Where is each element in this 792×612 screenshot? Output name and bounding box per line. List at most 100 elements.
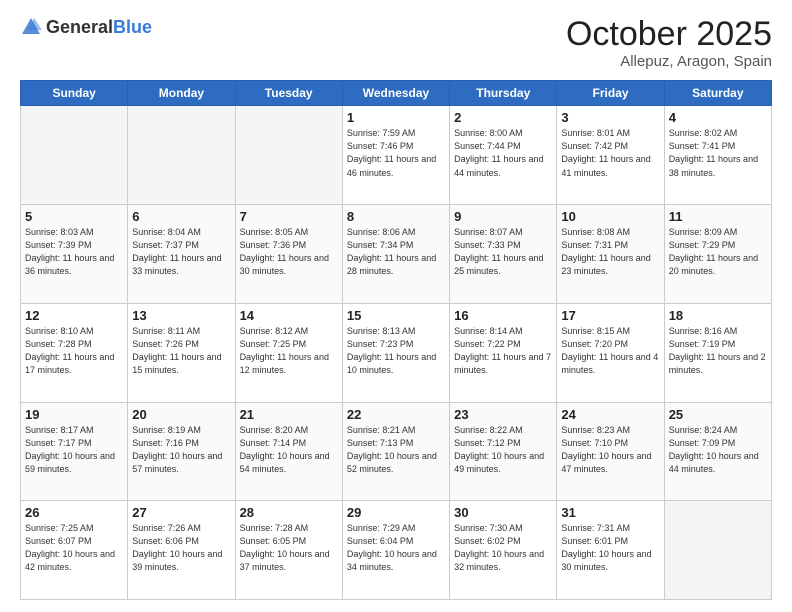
day-header-sunday: Sunday <box>21 81 128 106</box>
day-info: Sunrise: 8:12 AM Sunset: 7:25 PM Dayligh… <box>240 325 338 377</box>
day-header-thursday: Thursday <box>450 81 557 106</box>
header: GeneralBlue October 2025 Allepuz, Aragon… <box>20 16 772 70</box>
day-info: Sunrise: 8:11 AM Sunset: 7:26 PM Dayligh… <box>132 325 230 377</box>
calendar-cell: 13 Sunrise: 8:11 AM Sunset: 7:26 PM Dayli… <box>128 303 235 402</box>
day-info: Sunrise: 8:02 AM Sunset: 7:41 PM Dayligh… <box>669 127 767 179</box>
day-info: Sunrise: 8:20 AM Sunset: 7:14 PM Dayligh… <box>240 424 338 476</box>
day-header-monday: Monday <box>128 81 235 106</box>
calendar-cell: 6 Sunrise: 8:04 AM Sunset: 7:37 PM Daylig… <box>128 205 235 304</box>
day-info: Sunrise: 8:21 AM Sunset: 7:13 PM Dayligh… <box>347 424 445 476</box>
calendar-cell: 4 Sunrise: 8:02 AM Sunset: 7:41 PM Daylig… <box>664 106 771 205</box>
day-info: Sunrise: 7:28 AM Sunset: 6:05 PM Dayligh… <box>240 522 338 574</box>
day-info: Sunrise: 8:17 AM Sunset: 7:17 PM Dayligh… <box>25 424 123 476</box>
day-header-friday: Friday <box>557 81 664 106</box>
day-info: Sunrise: 8:14 AM Sunset: 7:22 PM Dayligh… <box>454 325 552 377</box>
day-info: Sunrise: 8:22 AM Sunset: 7:12 PM Dayligh… <box>454 424 552 476</box>
day-info: Sunrise: 8:06 AM Sunset: 7:34 PM Dayligh… <box>347 226 445 278</box>
calendar-cell: 31Sunrise: 7:31 AM Sunset: 6:01 PM Dayli… <box>557 501 664 600</box>
calendar-cell: 22 Sunrise: 8:21 AM Sunset: 7:13 PM Dayli… <box>342 402 449 501</box>
calendar-cell <box>235 106 342 205</box>
day-number: 9 <box>454 209 552 224</box>
calendar-week-1: 1Sunrise: 7:59 AM Sunset: 7:46 PM Daylig… <box>21 106 772 205</box>
day-info: Sunrise: 8:10 AM Sunset: 7:28 PM Dayligh… <box>25 325 123 377</box>
day-info: Sunrise: 8:01 AM Sunset: 7:42 PM Dayligh… <box>561 127 659 179</box>
day-header-wednesday: Wednesday <box>342 81 449 106</box>
calendar-week-3: 12 Sunrise: 8:10 AM Sunset: 7:28 PM Dayli… <box>21 303 772 402</box>
calendar-cell: 18 Sunrise: 8:16 AM Sunset: 7:19 PM Dayli… <box>664 303 771 402</box>
day-number: 25 <box>669 407 767 422</box>
day-number: 28 <box>240 505 338 520</box>
day-header-tuesday: Tuesday <box>235 81 342 106</box>
day-info: Sunrise: 8:04 AM Sunset: 7:37 PM Dayligh… <box>132 226 230 278</box>
day-info: Sunrise: 8:23 AM Sunset: 7:10 PM Dayligh… <box>561 424 659 476</box>
calendar-cell: 21 Sunrise: 8:20 AM Sunset: 7:14 PM Dayli… <box>235 402 342 501</box>
calendar-cell: 9 Sunrise: 8:07 AM Sunset: 7:33 PM Daylig… <box>450 205 557 304</box>
day-number: 23 <box>454 407 552 422</box>
day-number: 4 <box>669 110 767 125</box>
day-number: 1 <box>347 110 445 125</box>
calendar-cell: 19 Sunrise: 8:17 AM Sunset: 7:17 PM Dayli… <box>21 402 128 501</box>
day-number: 12 <box>25 308 123 323</box>
day-number: 26 <box>25 505 123 520</box>
calendar-cell: 7Sunrise: 8:05 AM Sunset: 7:36 PM Daylig… <box>235 205 342 304</box>
logo-general: General <box>46 17 113 37</box>
calendar-cell: 12 Sunrise: 8:10 AM Sunset: 7:28 PM Dayli… <box>21 303 128 402</box>
calendar-week-2: 5 Sunrise: 8:03 AM Sunset: 7:39 PM Daylig… <box>21 205 772 304</box>
calendar-cell: 30Sunrise: 7:30 AM Sunset: 6:02 PM Dayli… <box>450 501 557 600</box>
title-block: October 2025 Allepuz, Aragon, Spain <box>566 16 772 70</box>
day-info: Sunrise: 8:15 AM Sunset: 7:20 PM Dayligh… <box>561 325 659 377</box>
calendar-cell: 16 Sunrise: 8:14 AM Sunset: 7:22 PM Dayli… <box>450 303 557 402</box>
calendar-cell <box>21 106 128 205</box>
calendar-cell: 25Sunrise: 8:24 AM Sunset: 7:09 PM Dayli… <box>664 402 771 501</box>
day-number: 29 <box>347 505 445 520</box>
logo-icon <box>20 16 42 38</box>
day-number: 13 <box>132 308 230 323</box>
location-subtitle: Allepuz, Aragon, Spain <box>566 53 772 70</box>
day-info: Sunrise: 8:03 AM Sunset: 7:39 PM Dayligh… <box>25 226 123 278</box>
calendar-cell <box>664 501 771 600</box>
day-info: Sunrise: 8:09 AM Sunset: 7:29 PM Dayligh… <box>669 226 767 278</box>
day-info: Sunrise: 7:30 AM Sunset: 6:02 PM Dayligh… <box>454 522 552 574</box>
day-number: 18 <box>669 308 767 323</box>
day-number: 16 <box>454 308 552 323</box>
calendar-cell: 23 Sunrise: 8:22 AM Sunset: 7:12 PM Dayli… <box>450 402 557 501</box>
day-info: Sunrise: 8:19 AM Sunset: 7:16 PM Dayligh… <box>132 424 230 476</box>
calendar-week-5: 26 Sunrise: 7:25 AM Sunset: 6:07 PM Dayli… <box>21 501 772 600</box>
day-number: 11 <box>669 209 767 224</box>
day-info: Sunrise: 8:07 AM Sunset: 7:33 PM Dayligh… <box>454 226 552 278</box>
calendar-cell: 5 Sunrise: 8:03 AM Sunset: 7:39 PM Daylig… <box>21 205 128 304</box>
calendar-cell: 24 Sunrise: 8:23 AM Sunset: 7:10 PM Dayli… <box>557 402 664 501</box>
day-number: 8 <box>347 209 445 224</box>
day-number: 24 <box>561 407 659 422</box>
calendar-cell: 10 Sunrise: 8:08 AM Sunset: 7:31 PM Dayli… <box>557 205 664 304</box>
day-info: Sunrise: 8:16 AM Sunset: 7:19 PM Dayligh… <box>669 325 767 377</box>
calendar-cell: 8 Sunrise: 8:06 AM Sunset: 7:34 PM Daylig… <box>342 205 449 304</box>
day-info: Sunrise: 7:26 AM Sunset: 6:06 PM Dayligh… <box>132 522 230 574</box>
day-number: 27 <box>132 505 230 520</box>
day-number: 14 <box>240 308 338 323</box>
day-info: Sunrise: 8:13 AM Sunset: 7:23 PM Dayligh… <box>347 325 445 377</box>
day-header-saturday: Saturday <box>664 81 771 106</box>
calendar-cell: 29Sunrise: 7:29 AM Sunset: 6:04 PM Dayli… <box>342 501 449 600</box>
day-info: Sunrise: 7:25 AM Sunset: 6:07 PM Dayligh… <box>25 522 123 574</box>
calendar-cell: 20 Sunrise: 8:19 AM Sunset: 7:16 PM Dayli… <box>128 402 235 501</box>
day-number: 22 <box>347 407 445 422</box>
day-number: 3 <box>561 110 659 125</box>
day-info: Sunrise: 8:00 AM Sunset: 7:44 PM Dayligh… <box>454 127 552 179</box>
day-number: 15 <box>347 308 445 323</box>
calendar-cell: 2Sunrise: 8:00 AM Sunset: 7:44 PM Daylig… <box>450 106 557 205</box>
calendar-cell <box>128 106 235 205</box>
day-number: 21 <box>240 407 338 422</box>
logo: GeneralBlue <box>20 16 152 38</box>
calendar-cell: 17 Sunrise: 8:15 AM Sunset: 7:20 PM Dayli… <box>557 303 664 402</box>
day-number: 17 <box>561 308 659 323</box>
calendar-header-row: SundayMondayTuesdayWednesdayThursdayFrid… <box>21 81 772 106</box>
calendar-cell: 11 Sunrise: 8:09 AM Sunset: 7:29 PM Dayli… <box>664 205 771 304</box>
day-number: 6 <box>132 209 230 224</box>
day-info: Sunrise: 8:08 AM Sunset: 7:31 PM Dayligh… <box>561 226 659 278</box>
calendar-cell: 14 Sunrise: 8:12 AM Sunset: 7:25 PM Dayli… <box>235 303 342 402</box>
day-number: 20 <box>132 407 230 422</box>
day-number: 10 <box>561 209 659 224</box>
day-number: 19 <box>25 407 123 422</box>
day-number: 5 <box>25 209 123 224</box>
